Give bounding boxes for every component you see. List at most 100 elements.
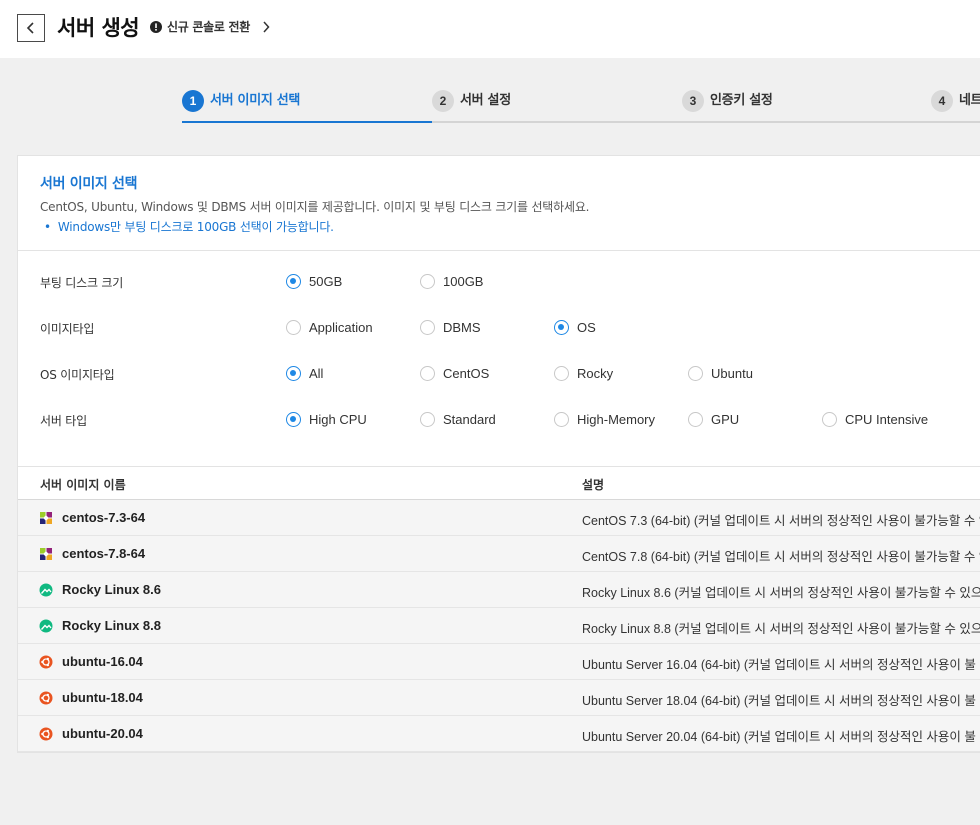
- radio-label: 50GB: [309, 273, 343, 289]
- radio-boot-50gb[interactable]: 50GB: [286, 269, 342, 293]
- radio-label: CPU Intensive: [845, 411, 929, 427]
- table-row[interactable]: ubuntu-20.04 Ubuntu Server 20.04 (64-bit…: [18, 716, 980, 752]
- radio-circle[interactable]: [420, 365, 435, 381]
- step-4-network[interactable]: 4 네트: [931, 90, 980, 123]
- image-name: Rocky Linux 8.8: [62, 618, 161, 633]
- radio-image-application[interactable]: Application: [286, 315, 373, 339]
- radio-circle[interactable]: [822, 411, 837, 427]
- step-label: 서버 이미지 선택: [210, 93, 301, 108]
- radio-circle[interactable]: [420, 273, 435, 289]
- radio-server-gpu[interactable]: GPU: [688, 407, 739, 431]
- radio-circle[interactable]: [420, 411, 435, 427]
- image-description: Ubuntu Server 18.04 (64-bit) (커널 업데이트 시 …: [582, 694, 976, 708]
- step-number: 3: [682, 90, 704, 112]
- radio-circle[interactable]: [554, 319, 569, 335]
- panel-description: CentOS, Ubuntu, Windows 및 DBMS 서버 이미지를 제…: [40, 200, 590, 214]
- boot-disk-row: 부팅 디스크 크기 50GB 100GB: [18, 269, 980, 293]
- radio-label: High-Memory: [577, 411, 656, 427]
- step-number: 2: [432, 90, 454, 112]
- radio-circle[interactable]: [688, 365, 703, 381]
- column-header-name: 서버 이미지 이름: [40, 478, 126, 492]
- radio-label: DBMS: [443, 319, 481, 335]
- table-row[interactable]: ubuntu-16.04 Ubuntu Server 16.04 (64-bit…: [18, 644, 980, 680]
- radio-label: GPU: [711, 411, 740, 427]
- radio-label: High CPU: [309, 411, 367, 427]
- image-description: CentOS 7.3 (64-bit) (커널 업데이트 시 서버의 정상적인 …: [582, 514, 980, 528]
- step-3-auth-key[interactable]: 3 인증키 설정: [682, 90, 773, 123]
- rocky-logo-icon: [39, 583, 53, 597]
- radio-boot-100gb[interactable]: 100GB: [420, 269, 483, 293]
- image-select-panel: 서버 이미지 선택 CentOS, Ubuntu, Windows 및 DBMS…: [17, 155, 980, 753]
- panel-title: 서버 이미지 선택: [40, 176, 138, 192]
- radio-label: Ubuntu: [711, 365, 753, 381]
- image-table: 서버 이미지 이름 설명 centos-7.3-64 CentOS 7.3 (6…: [18, 466, 980, 752]
- radio-circle[interactable]: [688, 411, 703, 427]
- radio-server-standard[interactable]: Standard: [420, 407, 496, 431]
- os-image-type-row: OS 이미지타입 All CentOS Rocky Ubuntu: [18, 361, 980, 385]
- image-description: Ubuntu Server 16.04 (64-bit) (커널 업데이트 시 …: [582, 658, 976, 672]
- centos-logo-icon: [40, 512, 52, 524]
- table-row[interactable]: Rocky Linux 8.8 Rocky Linux 8.8 (커널 업데이트…: [18, 608, 980, 644]
- radio-circle[interactable]: [286, 365, 301, 381]
- ubuntu-logo-icon: [39, 727, 53, 741]
- radio-image-os[interactable]: OS: [554, 315, 596, 339]
- panel-note: Windows만 부팅 디스크로 100GB 선택이 가능합니다.: [44, 218, 334, 235]
- radio-server-high-cpu[interactable]: High CPU: [286, 407, 367, 431]
- table-row[interactable]: centos-7.8-64 CentOS 7.8 (64-bit) (커널 업데…: [18, 536, 980, 572]
- radio-circle[interactable]: [554, 365, 569, 381]
- image-type-row: 이미지타입 Application DBMS OS: [18, 315, 980, 339]
- image-name: Rocky Linux 8.6: [62, 582, 161, 597]
- server-type-row: 서버 타입 High CPU Standard High-Memory GPU …: [18, 407, 980, 431]
- column-header-description: 설명: [582, 478, 605, 492]
- chevron-left-icon: [26, 22, 34, 34]
- switch-console-label: 신규 콘솔로 전환: [167, 20, 250, 34]
- back-button[interactable]: [17, 14, 45, 42]
- radio-image-dbms[interactable]: DBMS: [420, 315, 481, 339]
- boot-disk-label: 부팅 디스크 크기: [40, 276, 124, 290]
- radio-server-high-memory[interactable]: High-Memory: [554, 407, 655, 431]
- radio-circle[interactable]: [420, 319, 435, 335]
- step-1-image-select[interactable]: 1 서버 이미지 선택: [182, 90, 433, 123]
- table-row[interactable]: centos-7.3-64 CentOS 7.3 (64-bit) (커널 업데…: [18, 500, 980, 536]
- top-bar: 서버 생성 신규 콘솔로 전환: [0, 0, 980, 58]
- table-row[interactable]: Rocky Linux 8.6 Rocky Linux 8.6 (커널 업데이트…: [18, 572, 980, 608]
- ubuntu-logo-icon: [39, 655, 53, 669]
- step-number: 4: [931, 90, 953, 112]
- radio-circle[interactable]: [286, 319, 301, 335]
- radio-label: CentOS: [443, 365, 490, 381]
- image-name: ubuntu-16.04: [62, 654, 143, 669]
- step-label: 인증키 설정: [710, 93, 773, 108]
- image-description: Rocky Linux 8.8 (커널 업데이트 시 서버의 정상적인 사용이 …: [582, 622, 980, 636]
- image-type-label: 이미지타입: [40, 322, 95, 336]
- page-title: 서버 생성: [57, 16, 140, 40]
- step-label: 네트: [959, 93, 980, 108]
- radio-circle[interactable]: [286, 273, 301, 289]
- step-number: 1: [182, 90, 204, 112]
- image-description: Rocky Linux 8.6 (커널 업데이트 시 서버의 정상적인 사용이 …: [582, 586, 980, 600]
- radio-os-all[interactable]: All: [286, 361, 323, 385]
- radio-os-centos[interactable]: CentOS: [420, 361, 489, 385]
- image-description: Ubuntu Server 20.04 (64-bit) (커널 업데이트 시 …: [582, 730, 976, 744]
- radio-label: Rocky: [577, 365, 614, 381]
- image-name: centos-7.3-64: [62, 510, 146, 525]
- radio-label: OS: [577, 319, 596, 335]
- step-2-server-settings[interactable]: 2 서버 설정: [432, 90, 511, 123]
- table-row[interactable]: ubuntu-18.04 Ubuntu Server 18.04 (64-bit…: [18, 680, 980, 716]
- panel-header: 서버 이미지 선택 CentOS, Ubuntu, Windows 및 DBMS…: [18, 156, 980, 251]
- ubuntu-logo-icon: [39, 691, 53, 705]
- server-type-label: 서버 타입: [40, 414, 87, 428]
- os-image-type-label: OS 이미지타입: [40, 368, 115, 382]
- radio-os-rocky[interactable]: Rocky: [554, 361, 613, 385]
- centos-logo-icon: [40, 548, 52, 560]
- radio-circle[interactable]: [554, 411, 569, 427]
- step-label: 서버 설정: [460, 93, 511, 108]
- image-name: ubuntu-18.04: [62, 690, 143, 705]
- radio-label: 100GB: [443, 273, 484, 289]
- radio-circle[interactable]: [286, 411, 301, 427]
- radio-os-ubuntu[interactable]: Ubuntu: [688, 361, 753, 385]
- exclamation-circle-icon: [150, 20, 162, 33]
- radio-server-cpu-intensive[interactable]: CPU Intensive: [822, 407, 928, 431]
- chevron-right-icon: [263, 20, 270, 33]
- radio-label: Application: [309, 319, 373, 335]
- switch-console-link[interactable]: 신규 콘솔로 전환: [150, 18, 270, 35]
